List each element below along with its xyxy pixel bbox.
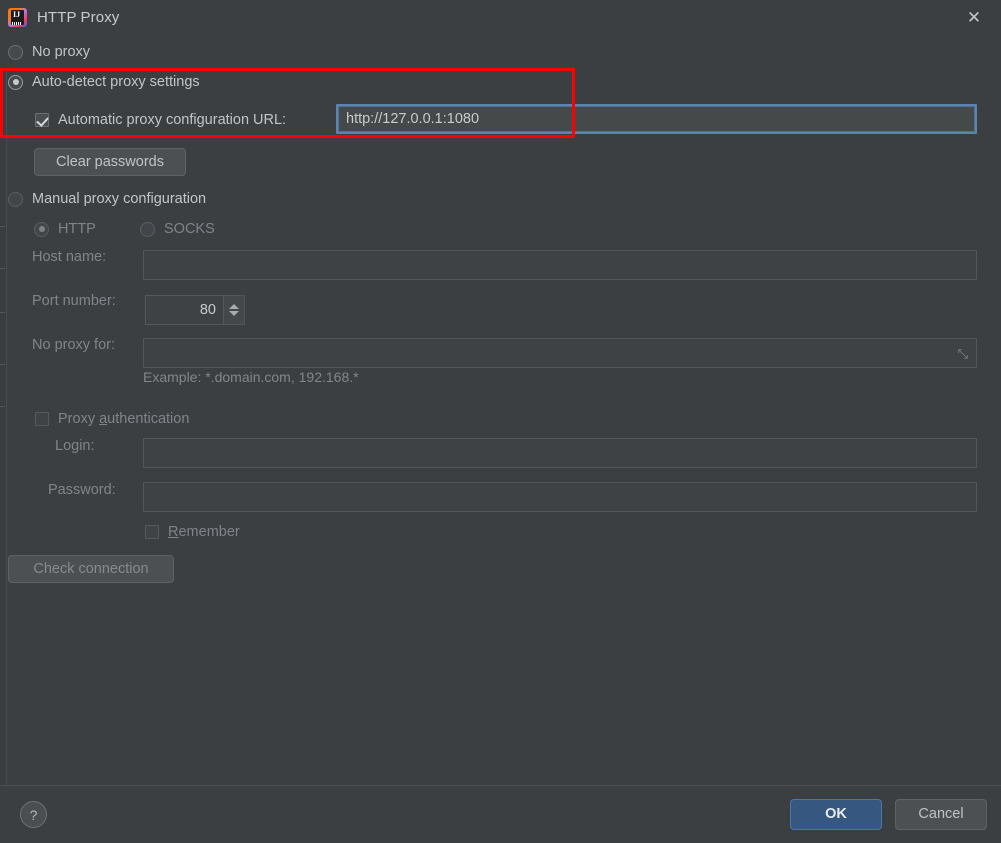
port-number-label: Port number: (32, 293, 116, 309)
close-icon[interactable]: ✕ (961, 5, 987, 29)
radio-no-proxy[interactable]: No proxy (8, 44, 90, 60)
port-number-label-wrap: Port number: (32, 293, 116, 309)
http-radio-icon[interactable] (34, 221, 49, 237)
auto-detect-radio-icon[interactable] (8, 74, 23, 90)
login-input[interactable] (143, 438, 977, 468)
pac-url-checkbox-row[interactable]: Automatic proxy configuration URL: (35, 112, 286, 128)
check-connection-button[interactable]: Check connection (8, 555, 174, 583)
remember-label: Remember (168, 524, 240, 540)
pac-url-label: Automatic proxy configuration URL: (58, 112, 287, 128)
radio-protocol-socks[interactable]: SOCKS (140, 221, 215, 237)
no-proxy-for-example-hint: Example: *.domain.com, 192.168.* (143, 369, 359, 385)
help-icon[interactable]: ? (20, 801, 47, 828)
ok-button[interactable]: OK (790, 799, 882, 830)
dialog-title: HTTP Proxy (37, 8, 120, 26)
no-proxy-for-label: No proxy for: (32, 337, 115, 353)
dialog-titlebar: IJ HTTP Proxy ✕ (0, 0, 1001, 34)
pac-url-value: http://127.0.0.1:1080 (346, 111, 480, 127)
dialog-footer: ? OK Cancel (0, 785, 1001, 843)
footer-actions: OK Cancel (790, 799, 987, 830)
proxy-authentication-label: Proxy authentication (58, 411, 190, 427)
intellij-idea-logo-icon: IJ (8, 7, 27, 27)
host-name-input[interactable] (143, 250, 977, 280)
manual-proxy-radio-icon[interactable] (8, 191, 23, 207)
http-label: HTTP (58, 221, 96, 237)
radio-auto-detect-proxy[interactable]: Auto-detect proxy settings (8, 74, 200, 90)
radio-protocol-http[interactable]: HTTP (34, 221, 96, 237)
password-label-wrap: Password: (48, 482, 116, 498)
remember-checkbox-icon[interactable] (145, 525, 159, 539)
no-proxy-for-input[interactable]: ⤡ (143, 338, 977, 368)
pac-url-input[interactable]: http://127.0.0.1:1080 (336, 104, 977, 134)
cancel-button[interactable]: Cancel (895, 799, 987, 830)
window-edge-sliver (0, 68, 7, 820)
password-input[interactable] (143, 482, 977, 512)
proxy-authentication-checkbox-icon[interactable] (35, 412, 49, 426)
password-label: Password: (48, 482, 116, 498)
auto-detect-label: Auto-detect proxy settings (32, 74, 200, 90)
manual-proxy-label: Manual proxy configuration (32, 191, 207, 207)
spinner-down-icon[interactable] (229, 311, 239, 316)
pac-url-checkbox-icon[interactable] (35, 113, 49, 127)
socks-label: SOCKS (164, 221, 215, 237)
spinner-up-icon[interactable] (229, 304, 239, 309)
host-name-label: Host name: (32, 249, 107, 265)
dialog-content: No proxy Auto-detect proxy settings Auto… (0, 34, 1001, 820)
port-number-stepper[interactable]: 80 (145, 295, 245, 325)
http-proxy-dialog: IJ HTTP Proxy ✕ No proxy Auto-detect pro… (0, 0, 1001, 843)
socks-radio-icon[interactable] (140, 221, 155, 237)
no-proxy-label: No proxy (32, 44, 91, 60)
expand-icon[interactable]: ⤡ (958, 347, 968, 360)
host-name-label-wrap: Host name: (32, 249, 106, 265)
clear-passwords-button[interactable]: Clear passwords (34, 148, 186, 176)
no-proxy-for-label-wrap: No proxy for: (32, 337, 115, 353)
remember-checkbox-row[interactable]: Remember (145, 524, 240, 540)
login-label: Login: (55, 438, 95, 454)
proxy-authentication-checkbox-row[interactable]: Proxy authentication (35, 411, 189, 427)
port-number-value[interactable]: 80 (145, 295, 223, 325)
no-proxy-radio-icon[interactable] (8, 44, 23, 60)
login-label-wrap: Login: (55, 438, 95, 454)
port-number-spinner-buttons[interactable] (223, 295, 245, 325)
radio-manual-proxy[interactable]: Manual proxy configuration (8, 191, 206, 207)
